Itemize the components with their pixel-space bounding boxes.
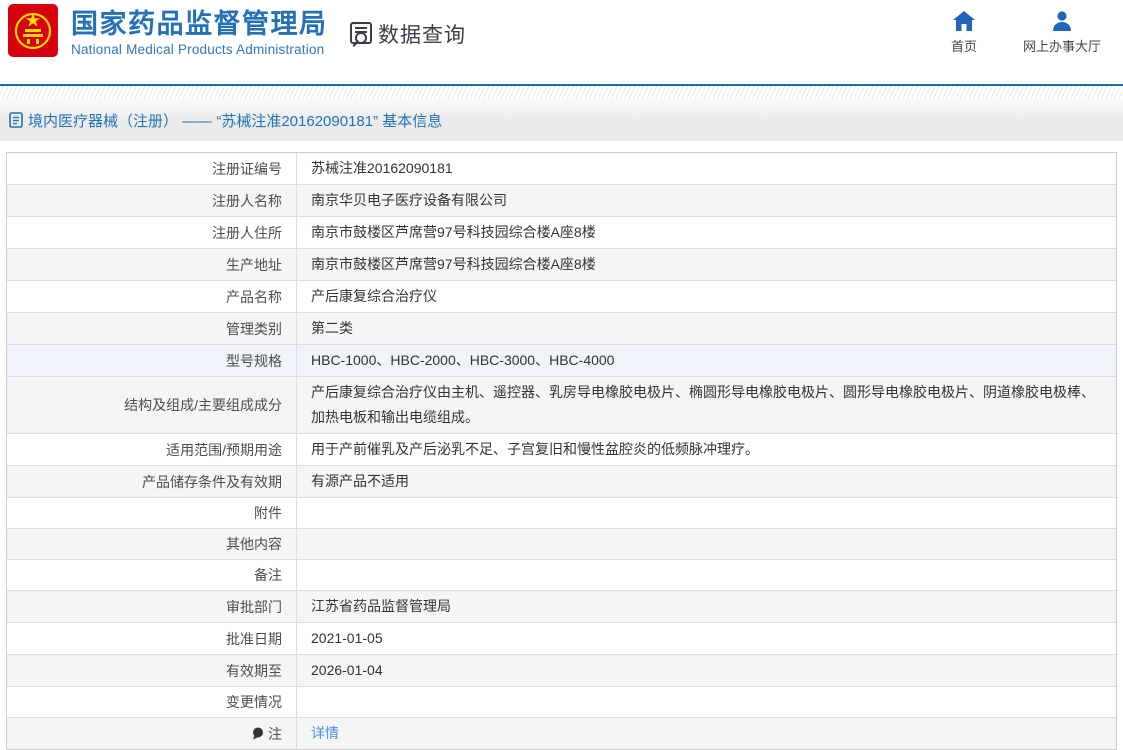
nav-home-label: 首页 <box>950 39 977 54</box>
row-value: 2021-01-05 <box>296 623 1116 654</box>
row-label: 型号规格 <box>226 352 282 369</box>
table-row: 注册证编号 苏械注准20162090181 <box>7 153 1116 185</box>
table-row: 管理类别 第二类 <box>7 313 1116 345</box>
table-row-hovered: 型号规格 HBC-1000、HBC-2000、HBC-3000、HBC-4000 <box>7 345 1116 377</box>
row-label: 注册人住所 <box>212 224 282 241</box>
row-value: 用于产前催乳及产后泌乳不足、子宫复旧和慢性盆腔炎的低频脉冲理疗。 <box>296 434 1116 465</box>
row-value: 2026-01-04 <box>296 655 1116 686</box>
org-name-cn: 国家药品监督管理局 <box>71 9 328 39</box>
table-row: 注册人住所 南京市鼓楼区芦席营97号科技园综合楼A座8楼 <box>7 217 1116 249</box>
nav-service-hall-label: 网上办事大厅 <box>1022 39 1101 54</box>
table-row: 有效期至 2026-01-04 <box>7 655 1116 687</box>
row-label: 其他内容 <box>226 536 282 552</box>
row-value: 南京华贝电子医疗设备有限公司 <box>296 185 1116 216</box>
row-label: 产品储存条件及有效期 <box>142 473 282 490</box>
row-value: HBC-1000、HBC-2000、HBC-3000、HBC-4000 <box>296 345 1116 376</box>
data-query-icon <box>350 22 372 47</box>
row-value <box>296 529 1116 559</box>
table-row-note: 注 详情 <box>7 718 1116 749</box>
row-label: 注 <box>7 718 296 749</box>
row-value: 南京市鼓楼区芦席营97号科技园综合楼A座8楼 <box>296 217 1116 248</box>
table-row: 结构及组成/主要组成成分 产后康复综合治疗仪由主机、遥控器、乳房导电橡胶电极片、… <box>7 377 1116 434</box>
details-link[interactable]: 详情 <box>311 721 339 746</box>
table-row: 注册人名称 南京华贝电子医疗设备有限公司 <box>7 185 1116 217</box>
table-row: 生产地址 南京市鼓楼区芦席营97号科技园综合楼A座8楼 <box>7 249 1116 281</box>
row-value: 江苏省药品监督管理局 <box>296 591 1116 622</box>
row-value: 苏械注准20162090181 <box>296 153 1116 184</box>
hatched-band <box>0 86 1123 99</box>
row-value: 详情 <box>296 718 1116 749</box>
nav-service-hall[interactable]: 网上办事大厅 <box>1023 11 1101 55</box>
row-label: 注册证编号 <box>212 160 282 177</box>
row-label: 适用范围/预期用途 <box>166 441 282 458</box>
home-icon <box>952 11 975 31</box>
breadcrumb-bar: 境内医疗器械（注册） —— “苏械注准20162090181” 基本信息 <box>0 99 1123 141</box>
table-row: 适用范围/预期用途 用于产前催乳及产后泌乳不足、子宫复旧和慢性盆腔炎的低频脉冲理… <box>7 434 1116 466</box>
row-label: 产品名称 <box>226 288 282 305</box>
breadcrumb: 境内医疗器械（注册） —— “苏械注准20162090181” 基本信息 <box>9 110 442 131</box>
table-row: 产品储存条件及有效期 有源产品不适用 <box>7 466 1116 498</box>
row-value: 产后康复综合治疗仪 <box>296 281 1116 312</box>
nav-home[interactable]: 首页 <box>951 11 977 55</box>
registration-info-table: 注册证编号 苏械注准20162090181 注册人名称 南京华贝电子医疗设备有限… <box>6 152 1117 750</box>
nmpa-logo[interactable]: 国家药品监督管理局 National Medical Products Admi… <box>8 4 328 57</box>
data-query-link[interactable]: 数据查询 <box>347 19 466 49</box>
row-label: 附件 <box>254 505 282 521</box>
row-label: 批准日期 <box>226 630 282 647</box>
note-label: 注 <box>268 725 282 742</box>
header-nav: 首页 网上办事大厅 <box>951 11 1101 55</box>
table-row: 审批部门 江苏省药品监督管理局 <box>7 591 1116 623</box>
national-emblem-icon <box>8 4 58 57</box>
breadcrumb-text: 境内医疗器械（注册） —— “苏械注准20162090181” 基本信息 <box>28 112 443 130</box>
row-label: 有效期至 <box>226 662 282 679</box>
row-value <box>296 687 1116 717</box>
row-label: 变更情况 <box>226 694 282 710</box>
row-label: 注册人名称 <box>212 192 282 209</box>
row-value: 第二类 <box>296 313 1116 344</box>
row-value: 南京市鼓楼区芦席营97号科技园综合楼A座8楼 <box>296 249 1116 280</box>
row-label: 审批部门 <box>226 598 282 615</box>
org-names: 国家药品监督管理局 National Medical Products Admi… <box>71 4 328 57</box>
row-value <box>296 560 1116 590</box>
table-row: 批准日期 2021-01-05 <box>7 623 1116 655</box>
table-row: 其他内容 <box>7 529 1116 560</box>
table-row: 备注 <box>7 560 1116 591</box>
table-row: 产品名称 产后康复综合治疗仪 <box>7 281 1116 313</box>
user-icon <box>1052 11 1071 31</box>
row-label: 生产地址 <box>226 256 282 273</box>
org-name-en: National Medical Products Administration <box>71 42 325 57</box>
data-query-label: 数据查询 <box>378 24 466 47</box>
row-value <box>296 498 1116 528</box>
document-icon <box>9 112 23 128</box>
table-row: 附件 <box>7 498 1116 529</box>
row-label: 管理类别 <box>226 320 282 337</box>
row-label: 结构及组成/主要组成成分 <box>124 397 282 413</box>
row-value: 产后康复综合治疗仪由主机、遥控器、乳房导电橡胶电极片、椭圆形导电橡胶电极片、圆形… <box>296 377 1116 433</box>
comment-balloon-icon <box>253 727 263 740</box>
page-header: 国家药品监督管理局 National Medical Products Admi… <box>0 0 1123 84</box>
row-value: 有源产品不适用 <box>296 466 1116 497</box>
row-label: 备注 <box>254 567 282 583</box>
table-row: 变更情况 <box>7 687 1116 718</box>
